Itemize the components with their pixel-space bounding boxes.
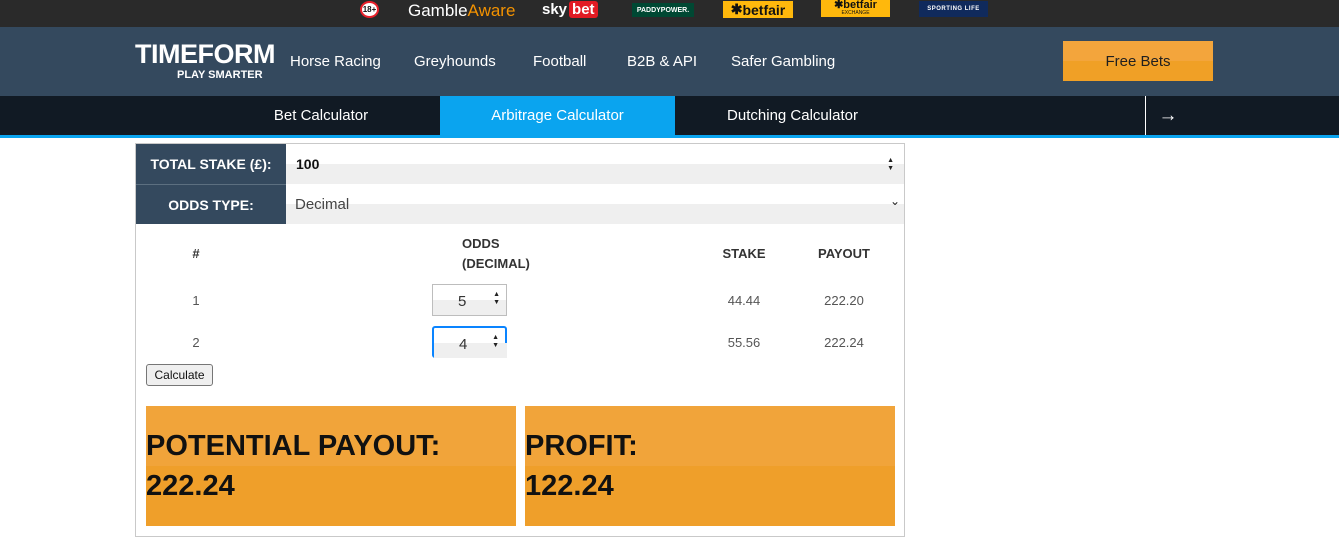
row-1-payout: 222.20	[824, 293, 864, 308]
total-stake-input[interactable]: 100 ▲ ▼	[286, 144, 904, 184]
total-stake-label: TOTAL STAKE (£):	[136, 144, 286, 184]
odds-type-value: Decimal	[295, 196, 350, 213]
potential-payout-box: POTENTIAL PAYOUT: 222.24	[146, 406, 516, 526]
logo-main-text: TIMEFORM	[135, 39, 275, 69]
col-header-odds-main: ODDS	[462, 236, 500, 251]
odds-spinner-icon[interactable]: ▲ ▼	[492, 334, 499, 350]
chevron-down-icon: ⌄	[889, 194, 900, 208]
row-2-stake: 55.56	[727, 335, 761, 350]
odds-spinner-icon[interactable]: ▲ ▼	[493, 291, 500, 307]
betfair-logo[interactable]: ✱ betfair	[723, 1, 793, 18]
potential-payout-label: POTENTIAL PAYOUT:	[146, 430, 441, 462]
row-2-odds-value: 4	[459, 336, 468, 353]
arbitrage-calculator-panel: TOTAL STAKE (£): 100 ▲ ▼ ODDS TYPE: Decim…	[135, 143, 905, 537]
timeform-logo[interactable]: TIMEFORM PLAY SMARTER	[135, 39, 275, 81]
logo-tagline: PLAY SMARTER	[177, 69, 263, 81]
tab-dutching-calculator[interactable]: Dutching Calculator	[675, 96, 910, 135]
col-header-odds-sub: (DECIMAL)	[462, 256, 530, 271]
row-2-payout: 222.24	[824, 335, 864, 350]
row-1-odds-input[interactable]: 5 ▲ ▼	[432, 284, 507, 316]
age-restriction-badge: 18+	[360, 1, 379, 18]
gambleaware-suffix: Aware	[467, 0, 516, 20]
row-2-odds-input[interactable]: 4 ▲ ▼	[432, 326, 507, 358]
nav-safer-gambling[interactable]: Safer Gambling	[731, 53, 835, 70]
total-stake-value: 100	[296, 156, 320, 172]
betfair-exchange-sub: EXCHANGE	[841, 10, 870, 16]
nav-football[interactable]: Football	[533, 53, 586, 70]
sponsor-bar: 18+ Gamble Aware sky bet PADDYPOWER. ✱ betf…	[0, 0, 1339, 27]
paddypower-logo[interactable]: PADDYPOWER.	[632, 3, 694, 17]
profit-value: 122.24	[525, 470, 614, 502]
tab-bet-calculator[interactable]: Bet Calculator	[202, 96, 440, 135]
skybet-bet: bet	[569, 1, 598, 18]
col-header-odds: ODDS (DECIMAL)	[462, 234, 542, 274]
stake-spinner-icon[interactable]: ▲ ▼	[887, 157, 894, 173]
nav-greyhounds[interactable]: Greyhounds	[414, 53, 496, 70]
calculate-button[interactable]: Calculate	[146, 364, 213, 386]
row-2-number: 2	[192, 335, 200, 350]
col-header-payout: PAYOUT	[817, 246, 870, 261]
col-header-stake: STAKE	[722, 246, 766, 261]
betfair-exchange-text: ✱betfair	[834, 0, 877, 11]
row-1-number: 1	[192, 293, 200, 308]
skybet-sky: sky	[542, 1, 568, 18]
input-shade	[286, 164, 904, 184]
sportinglife-logo[interactable]: SPORTING LIFE	[919, 1, 988, 17]
gambleaware-prefix: Gamble	[408, 0, 468, 20]
free-bets-button[interactable]: Free Bets	[1063, 41, 1213, 81]
profit-label: PROFIT:	[525, 430, 638, 462]
nav-horse-racing[interactable]: Horse Racing	[290, 53, 381, 70]
gambleaware-logo[interactable]: Gamble Aware	[408, 0, 515, 21]
arrow-right-icon[interactable]: →	[1145, 96, 1190, 135]
betfair-star-icon: ✱	[730, 1, 743, 17]
select-shade	[286, 204, 904, 224]
skybet-logo[interactable]: sky bet	[542, 0, 598, 19]
calculator-tabs: Bet Calculator Arbitrage Calculator Dutc…	[0, 96, 1339, 138]
odds-type-label: ODDS TYPE:	[136, 184, 286, 224]
nav-b2b-api[interactable]: B2B & API	[627, 53, 697, 70]
betfair-text: betfair	[742, 1, 786, 18]
betfair-exchange-logo[interactable]: ✱betfair EXCHANGE	[821, 0, 890, 17]
main-header: TIMEFORM PLAY SMARTER Horse Racing Greyh…	[0, 27, 1339, 96]
profit-box: PROFIT: 122.24	[525, 406, 895, 526]
potential-payout-value: 222.24	[146, 470, 235, 502]
tab-arbitrage-calculator[interactable]: Arbitrage Calculator	[440, 96, 675, 135]
col-header-number: #	[192, 246, 200, 261]
odds-type-select[interactable]: Decimal ⌄	[286, 184, 904, 224]
row-1-odds-value: 5	[458, 293, 467, 310]
row-1-stake: 44.44	[727, 293, 761, 308]
